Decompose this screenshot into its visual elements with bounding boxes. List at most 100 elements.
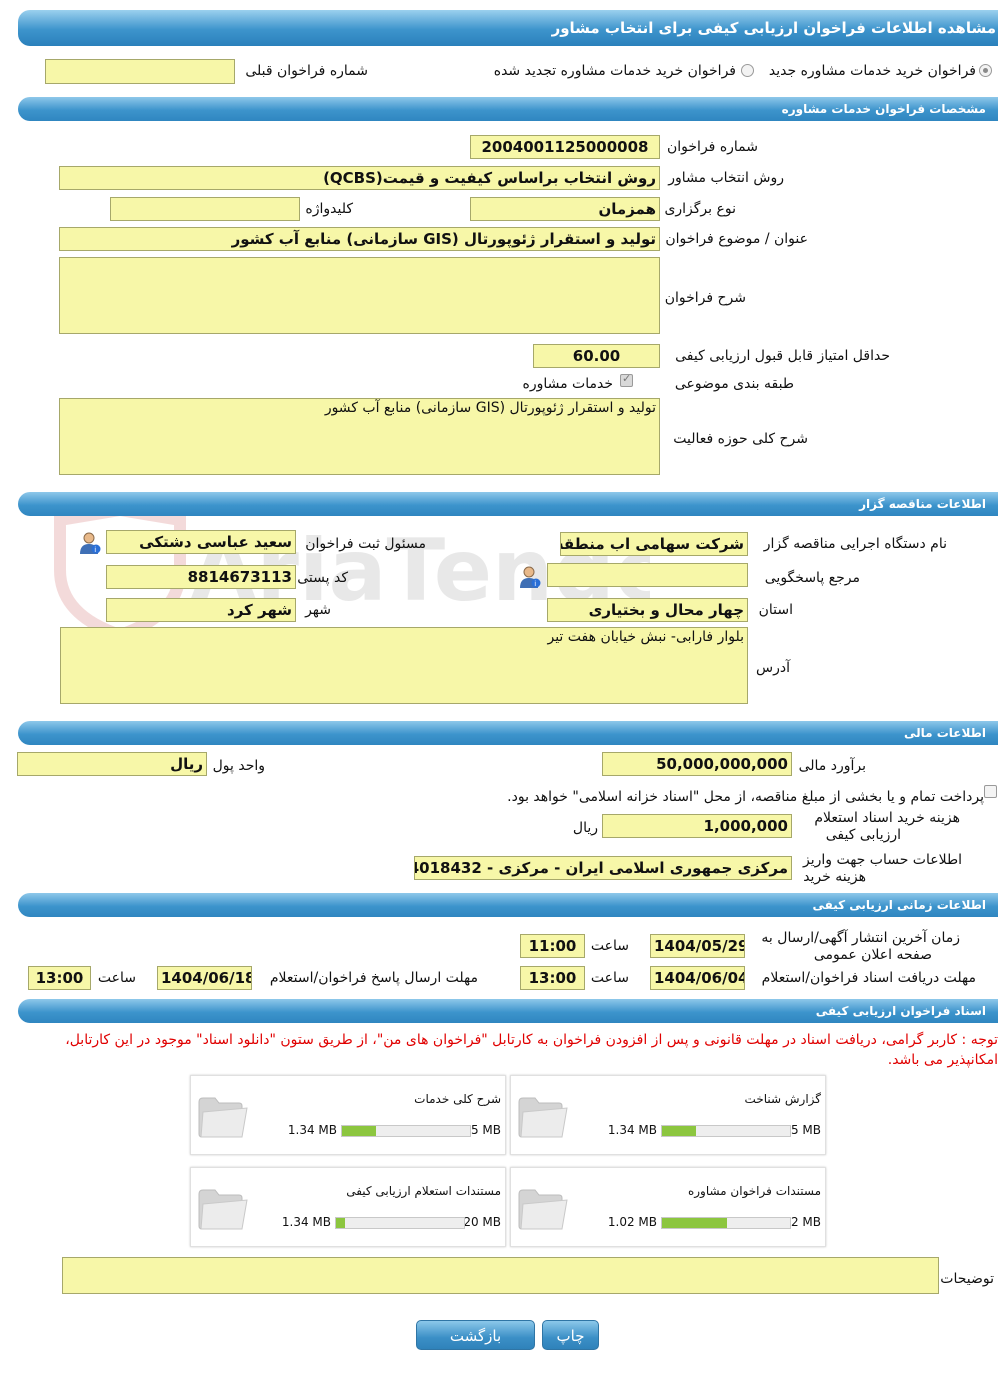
document-progress-fill xyxy=(336,1218,345,1228)
category-option-label: خدمات مشاوره xyxy=(522,376,613,392)
document-progress-bar xyxy=(661,1217,791,1229)
subject-field[interactable]: تولید و استقرار ژئوپورتال (GIS سازمانی) … xyxy=(59,227,660,251)
document-card[interactable]: گزارش شناخت 5 MB 1.34 MB xyxy=(510,1075,826,1155)
response-date-field[interactable]: 1404/06/18 xyxy=(157,966,252,990)
scope-field[interactable]: تولید و استقرار ژئوپورتال (GIS سازمانی) … xyxy=(59,398,660,475)
document-title: شرح کلی خدمات xyxy=(414,1092,501,1106)
reference-user-icon[interactable]: i xyxy=(519,565,541,589)
document-max-size: 20 MB xyxy=(463,1215,501,1229)
treasury-checkbox[interactable] xyxy=(984,785,997,798)
document-card[interactable]: مستندات استعلام ارزیابی کیفی 20 MB 1.34 MB xyxy=(190,1167,506,1247)
receive-label: مهلت دریافت اسناد فراخوان/استعلام xyxy=(761,970,976,986)
document-size: 1.02 MB xyxy=(607,1215,657,1229)
print-button[interactable]: چاپ xyxy=(542,1320,599,1350)
org-label: نام دستگاه اجرایی مناقصه گزار xyxy=(763,536,947,552)
document-progress-fill xyxy=(662,1218,728,1228)
treasury-text: پرداخت تمام و یا بخشی از مبلغ مناقصه، از… xyxy=(507,789,984,805)
back-button[interactable]: بازگشت xyxy=(416,1320,535,1350)
notes-label: توضیحات xyxy=(940,1271,994,1287)
folder-icon xyxy=(198,1189,248,1230)
call-number-label: شماره فراخوان xyxy=(667,139,758,155)
section-timing-header: اطلاعات زمانی ارزیابی کیفی xyxy=(18,893,998,917)
reference-field[interactable] xyxy=(547,563,748,587)
publish-time-label: ساعت xyxy=(590,938,629,954)
document-progress-bar xyxy=(341,1125,471,1137)
description-label: شرح فراخوان xyxy=(664,290,746,306)
radio-new-call[interactable] xyxy=(979,64,992,77)
province-field[interactable]: چهار محال و بختیاری xyxy=(547,598,748,622)
description-field[interactable] xyxy=(59,257,660,334)
category-checkbox[interactable] xyxy=(620,372,633,387)
radio-renewed-call-label: فراخوان خرید خدمات مشاوره تجدید شده xyxy=(493,63,736,79)
province-label: استان xyxy=(758,602,793,618)
receive-time-field[interactable]: 13:00 xyxy=(520,966,585,990)
doc-fee-label-1: هزینه خرید اسناد استعلام xyxy=(814,810,960,826)
holding-type-label: نوع برگزاری xyxy=(664,201,736,217)
receive-time-label: ساعت xyxy=(590,970,629,986)
svg-text:i: i xyxy=(94,546,96,554)
account-label-1: اطلاعات حساب جهت واریز xyxy=(802,852,962,868)
document-title: مستندات فراخوان مشاوره xyxy=(687,1184,821,1198)
document-card[interactable]: مستندات فراخوان مشاوره 2 MB 1.02 MB xyxy=(510,1167,826,1247)
reference-label: مرجع پاسخگویی xyxy=(764,570,860,586)
address-label: آدرس xyxy=(756,660,790,676)
estimate-label: برآورد مالی xyxy=(798,758,866,774)
receive-date-field[interactable]: 1404/06/04 xyxy=(650,966,745,990)
docs-note: توجه : کاربر گرامی، دریافت اسناد در مهلت… xyxy=(65,1032,998,1068)
scope-label: شرح کلی حوزه فعالیت xyxy=(673,431,808,447)
postal-label: کد پستی xyxy=(297,570,348,586)
folder-icon xyxy=(198,1097,248,1138)
account-label-2: هزینه خرید xyxy=(803,869,866,885)
document-progress-fill xyxy=(662,1126,697,1136)
min-score-label: حداقل امتیاز قابل قبول ارزیابی کیفی xyxy=(675,348,890,364)
call-number-field[interactable]: 2004001125000008 xyxy=(470,135,660,159)
selection-method-label: روش انتخاب مشاور xyxy=(668,170,784,186)
section-tenderer-header: اطلاعات مناقصه گزار xyxy=(18,492,998,516)
org-field[interactable]: شرکت سهامی اب منطقه ا xyxy=(560,532,748,556)
document-title: گزارش شناخت xyxy=(744,1092,821,1106)
publish-label-2: صفحه اعلان عمومی xyxy=(813,947,932,963)
publish-time-field[interactable]: 11:00 xyxy=(520,934,585,958)
prev-call-field[interactable] xyxy=(45,59,235,84)
user-info-icon[interactable]: i xyxy=(79,531,101,555)
postal-field[interactable]: 8814673113 xyxy=(106,565,296,589)
estimate-field[interactable]: 50,000,000,000 xyxy=(602,752,792,776)
folder-icon xyxy=(518,1097,568,1138)
account-field[interactable]: مرکزی جمهوری اسلامی ایران - مرکزی - 1304… xyxy=(414,856,792,880)
document-size: 1.34 MB xyxy=(607,1123,657,1137)
currency-field[interactable]: ریال xyxy=(17,752,207,776)
folder-icon xyxy=(518,1189,568,1230)
response-time-label: ساعت xyxy=(97,970,136,986)
holding-type-field[interactable]: همزمان xyxy=(470,197,660,221)
publish-label-1: زمان آخرین انتشار آگهی/ارسال به xyxy=(761,930,960,946)
selection-method-field[interactable]: روش انتخاب براساس کیفیت و قیمت(QCBS) xyxy=(59,166,660,190)
keyword-field[interactable] xyxy=(110,197,300,221)
keyword-label: کلیدواژه xyxy=(305,201,353,217)
address-field[interactable]: بلوار فارابی- نبش خیابان هفت تیر xyxy=(60,627,748,704)
document-max-size: 5 MB xyxy=(470,1123,501,1137)
subject-label: عنوان / موضوع فراخوان xyxy=(665,231,808,247)
min-score-field[interactable]: 60.00 xyxy=(533,344,660,368)
page-title: مشاهده اطلاعات فراخوان ارزیابی کیفی برای… xyxy=(18,10,998,46)
document-progress-bar xyxy=(335,1217,465,1229)
document-title: مستندات استعلام ارزیابی کیفی xyxy=(346,1184,501,1198)
svg-text:i: i xyxy=(534,580,536,588)
currency-label: واحد پول xyxy=(212,758,265,774)
response-time-field[interactable]: 13:00 xyxy=(28,966,91,990)
registrar-field[interactable]: سعید عباسی دشتکی xyxy=(106,530,296,554)
notes-field[interactable] xyxy=(62,1257,939,1294)
document-max-size: 2 MB xyxy=(790,1215,821,1229)
registrar-label: مسئول ثبت فراخوان xyxy=(305,536,426,552)
document-progress-fill xyxy=(342,1126,377,1136)
document-size: 1.34 MB xyxy=(281,1215,331,1229)
category-label: طبقه بندی موضوعی xyxy=(674,376,794,392)
publish-date-field[interactable]: 1404/05/29 xyxy=(650,934,745,958)
prev-call-label: شماره فراخوان قبلی xyxy=(245,63,368,79)
doc-fee-unit: ریال xyxy=(572,820,598,836)
doc-fee-field[interactable]: 1,000,000 xyxy=(602,814,792,838)
city-label: شهر xyxy=(305,602,331,618)
city-field[interactable]: شهر کرد xyxy=(106,598,296,622)
document-size: 1.34 MB xyxy=(287,1123,337,1137)
radio-renewed-call[interactable] xyxy=(741,64,754,77)
document-card[interactable]: شرح کلی خدمات 5 MB 1.34 MB xyxy=(190,1075,506,1155)
